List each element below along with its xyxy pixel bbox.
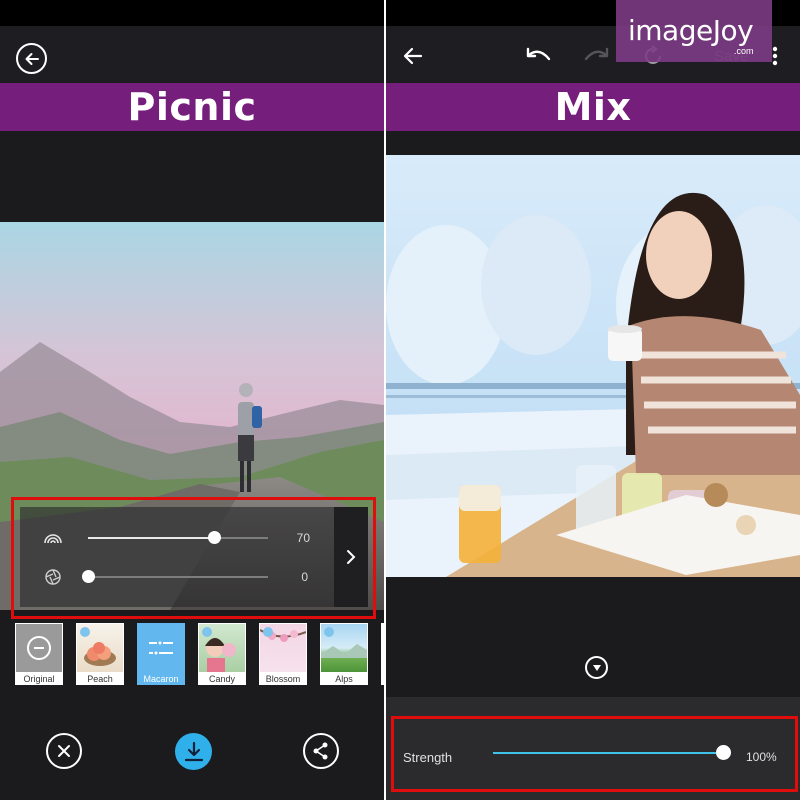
more-options-icon[interactable] [772, 45, 778, 67]
watermark-brand: imageJoy [628, 14, 754, 47]
picnic-editor-screen: Picnic 70 0 Original Peach Macaron Candy… [0, 0, 384, 800]
back-button[interactable] [16, 43, 47, 74]
filter-title-banner: Mix [386, 83, 800, 131]
filter-alps[interactable]: Alps [320, 623, 368, 685]
close-icon [58, 745, 70, 757]
photo-preview [386, 155, 800, 577]
filter-original[interactable]: Original [15, 623, 63, 685]
filter-strip: Original Peach Macaron Candy Blossom Alp… [0, 620, 384, 686]
share-icon [313, 742, 328, 760]
filter-title-banner: Picnic [0, 83, 384, 131]
collapse-toggle-button[interactable] [585, 656, 608, 679]
status-bar [0, 0, 384, 26]
discard-button[interactable] [46, 733, 82, 769]
filter-thumbnail [199, 624, 245, 672]
back-arrow-icon[interactable] [402, 45, 424, 67]
highlight-box [391, 716, 798, 792]
mix-editor-screen: Save Mix [386, 0, 800, 800]
filter-thumbnail [138, 624, 184, 672]
filter-thumbnail [16, 624, 62, 672]
share-button[interactable] [303, 733, 339, 769]
adjust-sliders-icon [149, 641, 173, 655]
filter-candy[interactable]: Candy [198, 623, 246, 685]
highlight-box [11, 497, 376, 619]
filter-label: Peach [87, 674, 113, 684]
filter-label: Original [23, 674, 55, 684]
download-icon [184, 741, 203, 761]
filter-blossom[interactable]: Blossom [259, 623, 307, 685]
watermark-domain: .com [734, 46, 754, 56]
filter-peach[interactable]: Peach [76, 623, 124, 685]
filter-thumbnail [77, 624, 123, 672]
filter-label: Alps [335, 674, 353, 684]
filter-thumbnail [260, 624, 306, 672]
filter-label: Blossom [265, 674, 301, 684]
filter-label: Candy [208, 674, 235, 684]
top-toolbar [0, 26, 384, 82]
minus-circle-icon [27, 636, 51, 660]
filter-macaron[interactable]: Macaron [137, 623, 185, 685]
arrow-left-icon [25, 52, 39, 65]
redo-icon[interactable] [582, 45, 610, 67]
imagejoy-watermark-logo: imageJoy .com [616, 0, 772, 62]
download-button[interactable] [175, 733, 212, 770]
filter-thumbnail [321, 624, 367, 672]
filter-label: Macaron [143, 674, 179, 684]
triangle-down-icon [592, 664, 601, 671]
undo-icon[interactable] [525, 45, 553, 67]
